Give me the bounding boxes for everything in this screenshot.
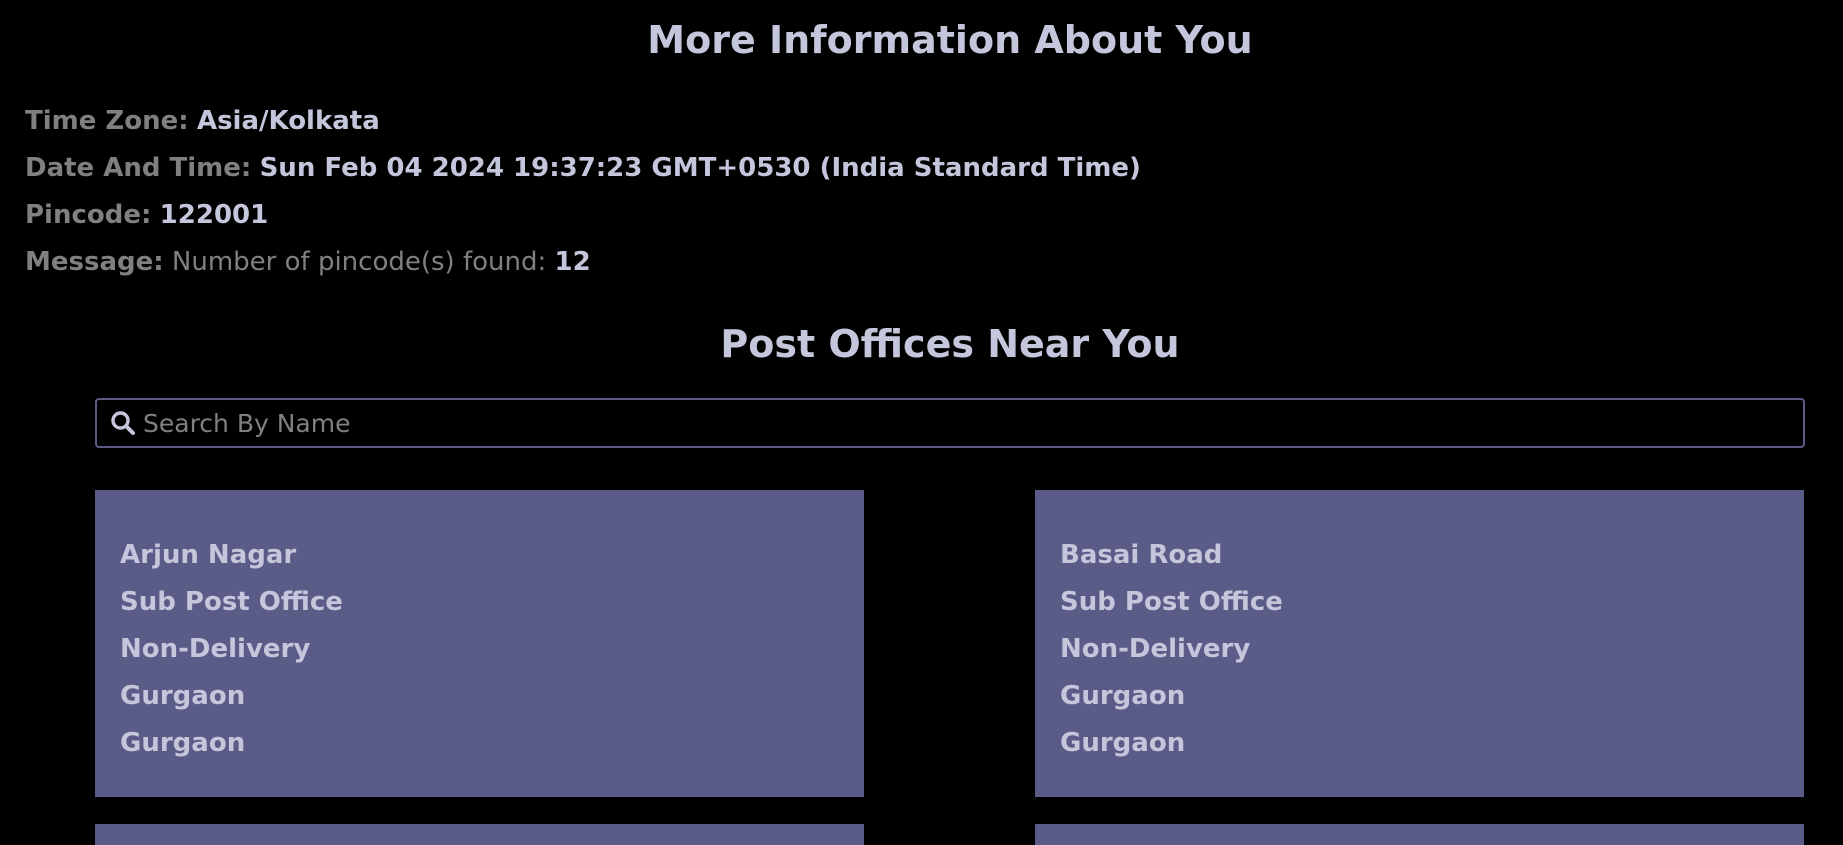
search-icon	[105, 405, 141, 441]
post-office-card: Arjun Nagar Sub Post Office Non-Delivery…	[95, 490, 864, 797]
timezone-row: Time Zone: Asia/Kolkata	[25, 103, 1141, 150]
card-division: Gurgaon	[1060, 728, 1186, 758]
message-text: Number of pincode(s) found:	[171, 247, 547, 277]
pincode-row: Pincode: 122001	[25, 197, 1141, 244]
page-title: More Information About You	[647, 18, 1253, 62]
post-office-card-partial	[95, 824, 864, 845]
card-delivery-status: Non-Delivery	[120, 634, 311, 664]
search-box[interactable]	[95, 398, 1805, 448]
pincode-label: Pincode:	[25, 200, 152, 230]
message-label: Message:	[25, 247, 164, 277]
timezone-label: Time Zone:	[25, 106, 189, 136]
message-count: 12	[554, 247, 591, 277]
page: More Information About You Time Zone: As…	[0, 0, 1843, 845]
message-row: Message: Number of pincode(s) found: 12	[25, 244, 1141, 291]
post-office-card-partial	[1035, 824, 1804, 845]
card-district: Gurgaon	[1060, 681, 1186, 711]
card-delivery-status: Non-Delivery	[1060, 634, 1251, 664]
card-branch-type: Sub Post Office	[120, 587, 343, 617]
section-title: Post Offices Near You	[720, 322, 1180, 366]
card-name: Arjun Nagar	[120, 540, 297, 570]
post-office-card: Basai Road Sub Post Office Non-Delivery …	[1035, 490, 1804, 797]
datetime-row: Date And Time: Sun Feb 04 2024 19:37:23 …	[25, 150, 1141, 197]
datetime-value: Sun Feb 04 2024 19:37:23 GMT+0530 (India…	[259, 153, 1141, 183]
search-input[interactable]	[141, 400, 1803, 446]
timezone-value: Asia/Kolkata	[196, 106, 380, 136]
user-info: Time Zone: Asia/Kolkata Date And Time: S…	[25, 103, 1141, 291]
pincode-value: 122001	[159, 200, 269, 230]
card-name: Basai Road	[1060, 540, 1223, 570]
card-district: Gurgaon	[120, 681, 246, 711]
card-division: Gurgaon	[120, 728, 246, 758]
card-branch-type: Sub Post Office	[1060, 587, 1283, 617]
datetime-label: Date And Time:	[25, 153, 252, 183]
